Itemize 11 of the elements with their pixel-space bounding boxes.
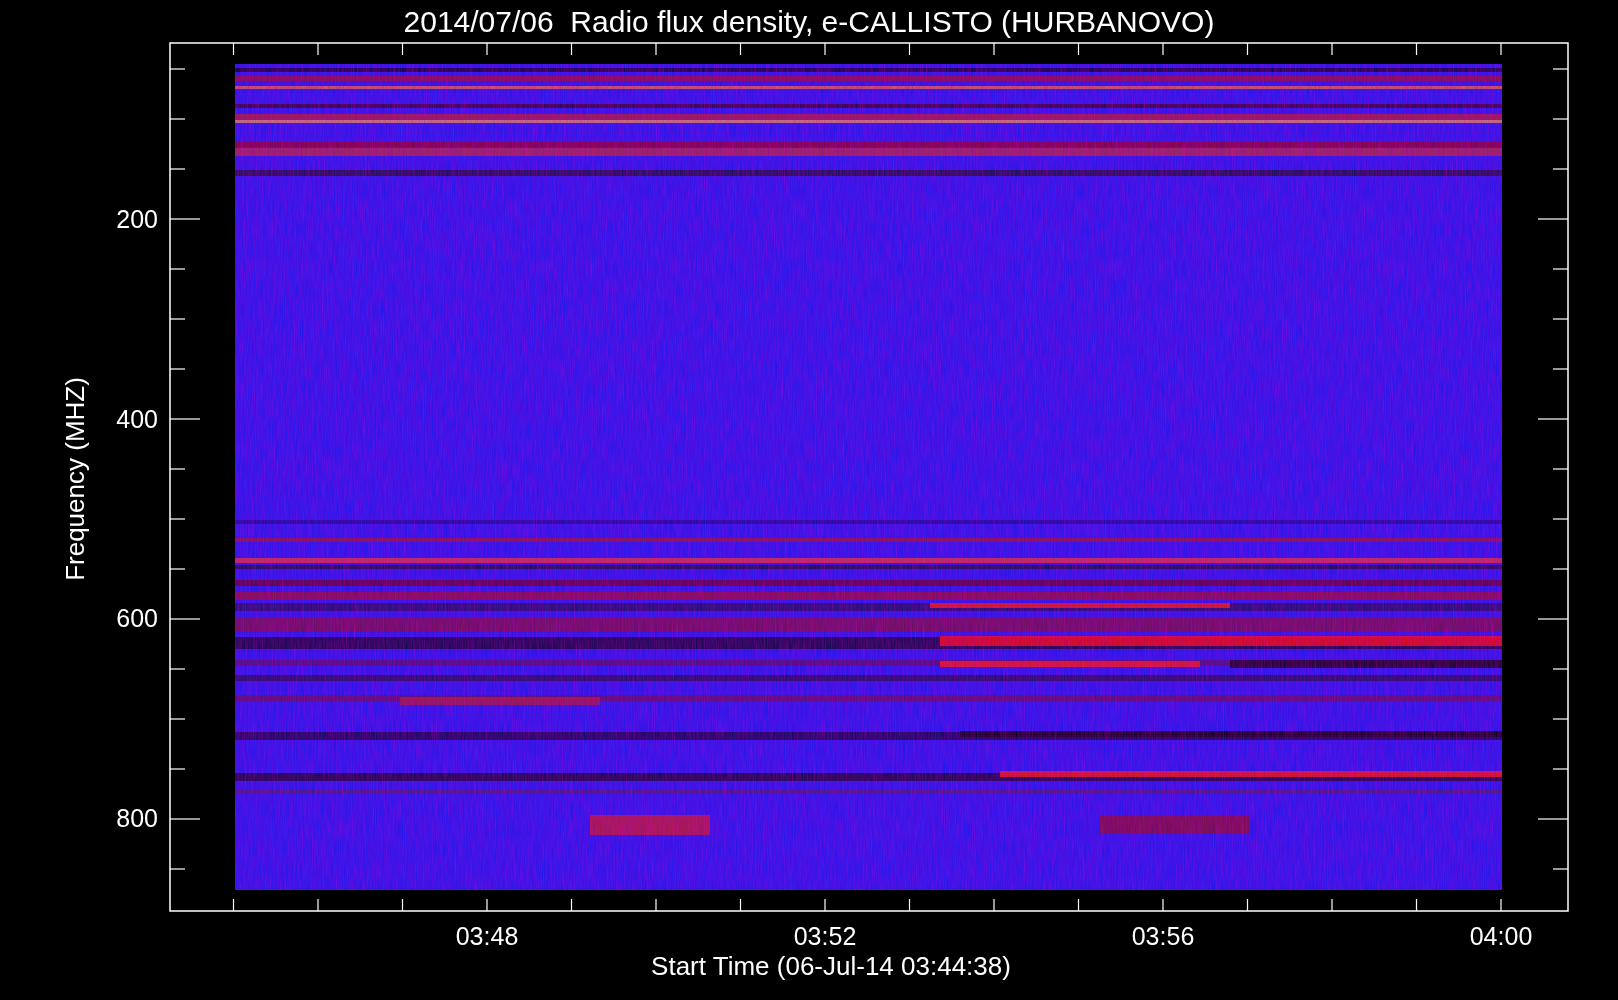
x-tick-label: 03:56 (1131, 922, 1195, 950)
y-tick-label: 600 (116, 604, 158, 632)
y-axis-label: Frequency (MHZ) (60, 377, 90, 581)
y-tick-label: 800 (116, 803, 158, 832)
chart-title: 2014/07/06 Radio flux density, e-CALLISTO (HURBANOVO) (403, 5, 1215, 38)
x-tick-label: 03:48 (455, 922, 519, 950)
x-axis-label: Start Time (06-Jul-14 03:44:38) (651, 951, 1011, 981)
y-tick-label: 200 (116, 205, 158, 233)
x-tick-label: 04:00 (1469, 922, 1533, 950)
x-tick-label: 03:52 (793, 922, 857, 950)
y-tick-label: 400 (116, 404, 158, 433)
